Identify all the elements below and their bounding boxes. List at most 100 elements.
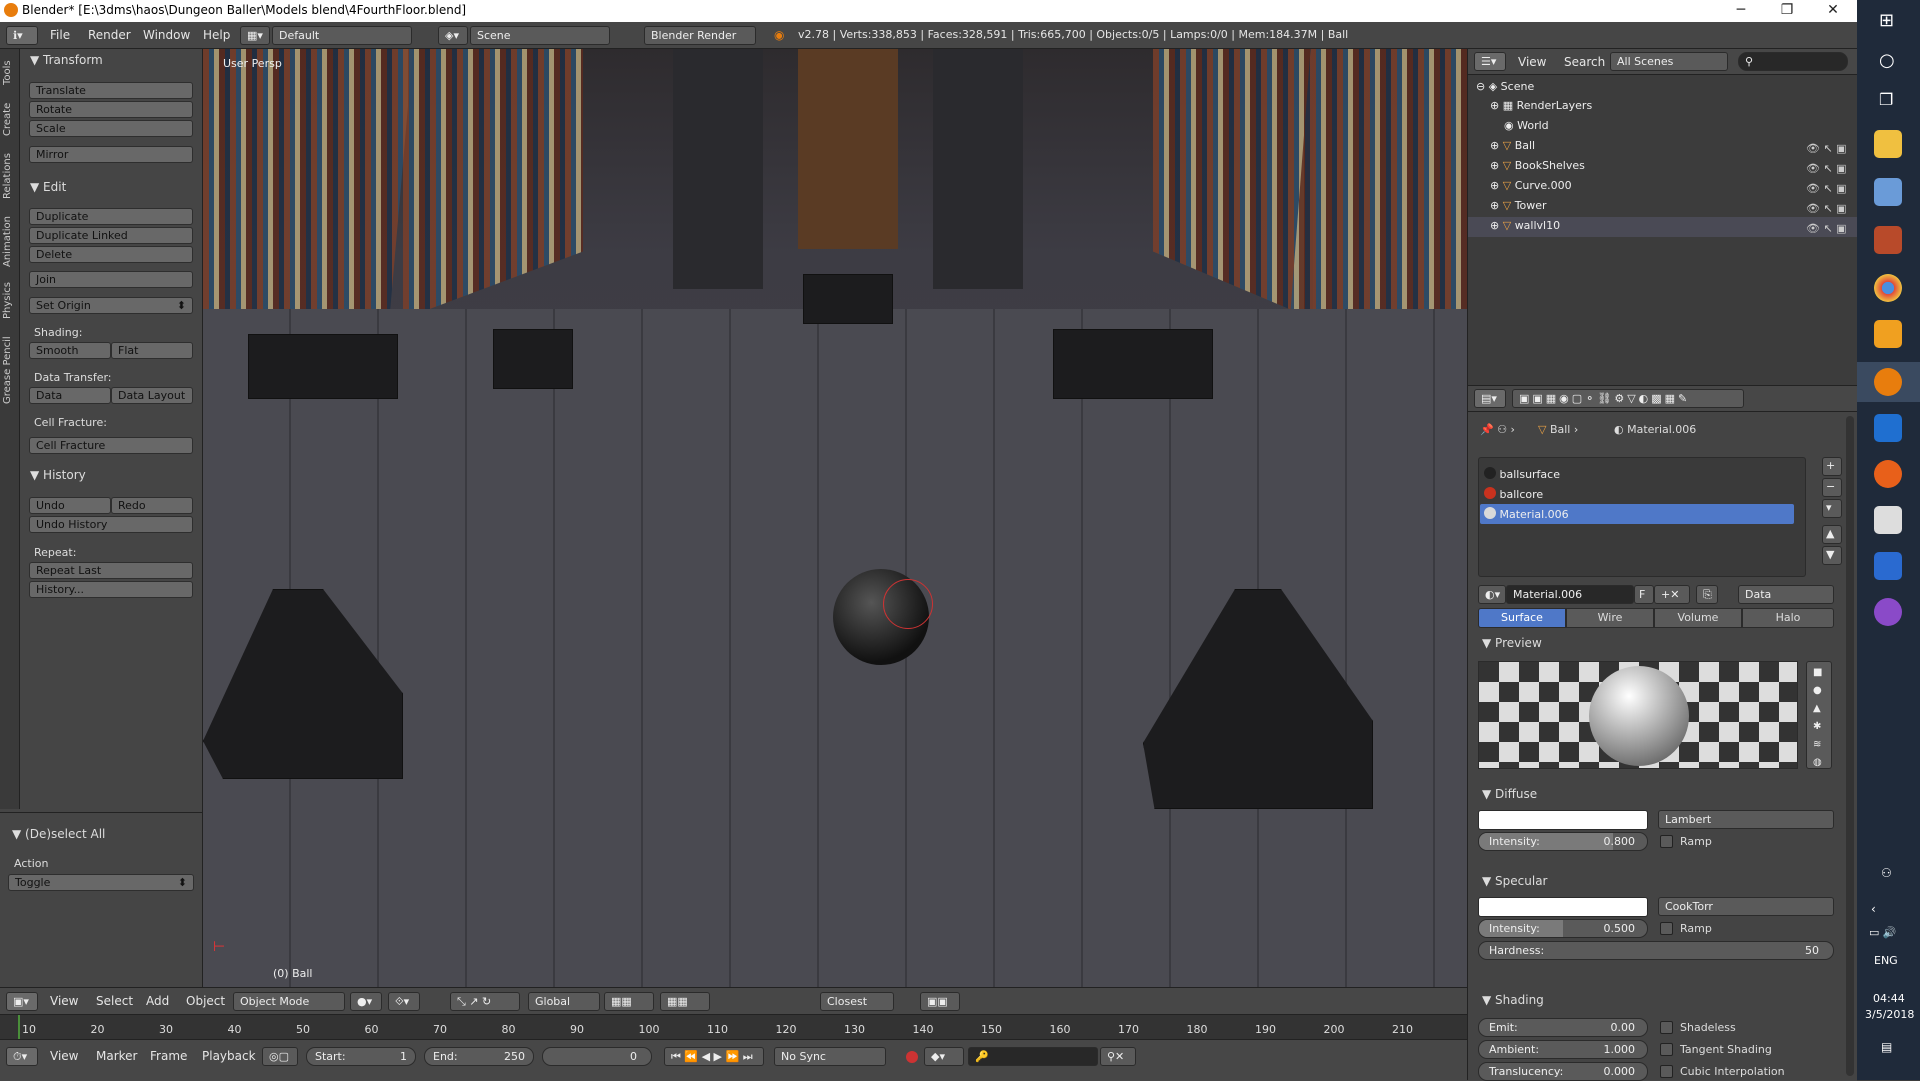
cortana-icon[interactable]: ○: [1879, 50, 1895, 71]
clock-time[interactable]: 04:44: [1873, 992, 1905, 1005]
tree-item-ball[interactable]: ⊕ ▽ Ball: [1490, 139, 1535, 152]
tree-item-wallvl10[interactable]: ⊕ ▽ wallvl10: [1490, 219, 1560, 232]
playhead[interactable]: [18, 1015, 20, 1039]
data-layout-button[interactable]: Data Layout: [111, 387, 193, 404]
app-icon[interactable]: [1874, 598, 1902, 626]
editor-type-icon[interactable]: ☰▾: [1474, 52, 1506, 71]
material-browse-icon[interactable]: ◐▾: [1478, 585, 1506, 604]
tab-relations[interactable]: Relations: [2, 147, 18, 205]
tangent-shading-checkbox[interactable]: [1660, 1043, 1673, 1056]
range-icons[interactable]: ◎▢: [262, 1047, 298, 1066]
move-slot-down-button[interactable]: ▼: [1822, 546, 1842, 565]
tab-halo[interactable]: Halo: [1742, 608, 1834, 628]
specular-intensity-slider[interactable]: Intensity: 0.500: [1478, 919, 1648, 938]
restore-icon[interactable]: ❐: [1764, 0, 1810, 22]
breadcrumb-material[interactable]: ◐ Material.006: [1614, 423, 1696, 436]
breadcrumb-object[interactable]: ▽ Ball ›: [1538, 423, 1578, 436]
menu-view[interactable]: View: [50, 1049, 78, 1063]
material-slot[interactable]: ballsurface: [1484, 467, 1560, 481]
editor-type-icon[interactable]: ℹ▾: [6, 26, 38, 45]
preview-type-buttons[interactable]: ■ ● ▲ ✱ ≋ ◍: [1806, 661, 1832, 769]
timeline-ruler[interactable]: [0, 1015, 1467, 1039]
menu-object[interactable]: Object: [186, 994, 225, 1008]
add-slot-button[interactable]: +: [1822, 457, 1842, 476]
join-button[interactable]: Join: [29, 271, 193, 288]
new-material-button[interactable]: +✕: [1654, 585, 1690, 604]
history-button[interactable]: History...: [29, 581, 193, 598]
tab-create[interactable]: Create: [2, 99, 18, 139]
tree-item-world[interactable]: ◉ World: [1504, 119, 1549, 132]
tree-item-curve[interactable]: ⊕ ▽ Curve.000: [1490, 179, 1572, 192]
smooth-button[interactable]: Smooth: [29, 342, 111, 359]
mirror-button[interactable]: Mirror: [29, 146, 193, 163]
scene-select[interactable]: Scene: [470, 26, 610, 45]
material-slot[interactable]: ballcore: [1484, 487, 1543, 501]
app-icon[interactable]: [1874, 506, 1902, 534]
photoshop-icon[interactable]: [1874, 414, 1902, 442]
playback-controls[interactable]: ⏮ ⏪ ◀ ▶ ⏩ ⏭: [664, 1047, 764, 1066]
app-icon[interactable]: [1874, 552, 1902, 580]
repeat-last-button[interactable]: Repeat Last: [29, 562, 193, 579]
undo-button[interactable]: Undo: [29, 497, 111, 514]
translate-button[interactable]: Translate: [29, 82, 193, 99]
specular-color-swatch[interactable]: [1478, 897, 1648, 917]
render-engine-select[interactable]: Blender Render: [644, 26, 756, 45]
firefox-icon[interactable]: [1874, 460, 1902, 488]
specular-panel-header[interactable]: ▼ Specular: [1482, 874, 1548, 888]
tab-wire[interactable]: Wire: [1566, 608, 1654, 628]
ambient-field[interactable]: Ambient: 1.000: [1478, 1040, 1648, 1059]
3d-viewport[interactable]: User Persp (0) Ball ⊢: [203, 49, 1467, 987]
layout-select[interactable]: Default: [272, 26, 412, 45]
layers-grid[interactable]: ▦▦: [604, 992, 654, 1011]
keying-set-field[interactable]: 🔑: [968, 1047, 1098, 1066]
material-slot-active[interactable]: Material.006: [1484, 507, 1569, 521]
layout-icon[interactable]: ▦▾: [240, 26, 270, 45]
tree-item-scene[interactable]: ⊖ ◈ Scene: [1476, 80, 1534, 93]
menu-frame[interactable]: Frame: [150, 1049, 187, 1063]
action-center-icon[interactable]: ▤: [1881, 1040, 1892, 1054]
hardness-field[interactable]: Hardness: 50: [1478, 941, 1834, 960]
menu-select[interactable]: Select: [96, 994, 133, 1008]
menu-file[interactable]: File: [50, 28, 70, 42]
tree-item-tower[interactable]: ⊕ ▽ Tower: [1490, 199, 1547, 212]
properties-scrollbar[interactable]: [1846, 416, 1854, 1076]
orientation-select[interactable]: Global: [528, 992, 600, 1011]
remove-slot-button[interactable]: −: [1822, 478, 1842, 497]
editor-type-icon[interactable]: ▤▾: [1474, 389, 1506, 408]
menu-view[interactable]: View: [50, 994, 78, 1008]
layers-grid-2[interactable]: ▦▦: [660, 992, 710, 1011]
search-input[interactable]: ⚲: [1738, 52, 1848, 71]
delete-button[interactable]: Delete: [29, 246, 193, 263]
preview-panel-header[interactable]: ▼ Preview: [1482, 636, 1542, 650]
scene-icon[interactable]: ◈▾: [438, 26, 468, 45]
slot-specials-button[interactable]: ▾: [1822, 499, 1842, 518]
tab-volume[interactable]: Volume: [1654, 608, 1742, 628]
blender-taskbar-icon[interactable]: [1874, 368, 1902, 396]
operator-panel-header[interactable]: ▼ (De)select All: [12, 827, 105, 841]
pivot-icon[interactable]: ⟐▾: [388, 992, 420, 1011]
shading-panel-header[interactable]: ▼ Shading: [1482, 993, 1544, 1007]
cell-fracture-button[interactable]: Cell Fracture: [29, 437, 193, 454]
end-frame-field[interactable]: End: 250: [424, 1047, 534, 1066]
duplicate-linked-button[interactable]: Duplicate Linked: [29, 227, 193, 244]
start-frame-field[interactable]: Start: 1: [306, 1047, 416, 1066]
move-slot-up-button[interactable]: ▲: [1822, 525, 1842, 544]
render-icon[interactable]: ▣▣: [920, 992, 960, 1011]
menu-render[interactable]: Render: [88, 28, 131, 42]
tree-item-renderlayers[interactable]: ⊕ ▦ RenderLayers: [1490, 99, 1592, 112]
emit-field[interactable]: Emit: 0.00: [1478, 1018, 1648, 1037]
menu-help[interactable]: Help: [203, 28, 230, 42]
diffuse-shader-select[interactable]: Lambert: [1658, 810, 1834, 829]
fake-user-button[interactable]: F: [1634, 585, 1654, 604]
tab-grease-pencil[interactable]: Grease Pencil: [2, 329, 18, 411]
menu-add[interactable]: Add: [146, 994, 169, 1008]
record-icon[interactable]: [906, 1051, 918, 1063]
tab-tools[interactable]: Tools: [2, 55, 18, 91]
set-origin-select[interactable]: Set Origin ⬍: [29, 297, 193, 314]
pin-icon[interactable]: 📌 ⚇ ›: [1480, 423, 1515, 436]
menu-playback[interactable]: Playback: [202, 1049, 256, 1063]
manipulator-icon[interactable]: ⤡ ↗ ↻: [450, 992, 520, 1011]
visibility-icons[interactable]: 👁 ↖ ▣ 👁 ↖ ▣ 👁 ↖ ▣ 👁 ↖ ▣ 👁 ↖ ▣: [1806, 139, 1847, 239]
data-button[interactable]: Data: [29, 387, 111, 404]
chrome-icon[interactable]: [1874, 274, 1902, 302]
